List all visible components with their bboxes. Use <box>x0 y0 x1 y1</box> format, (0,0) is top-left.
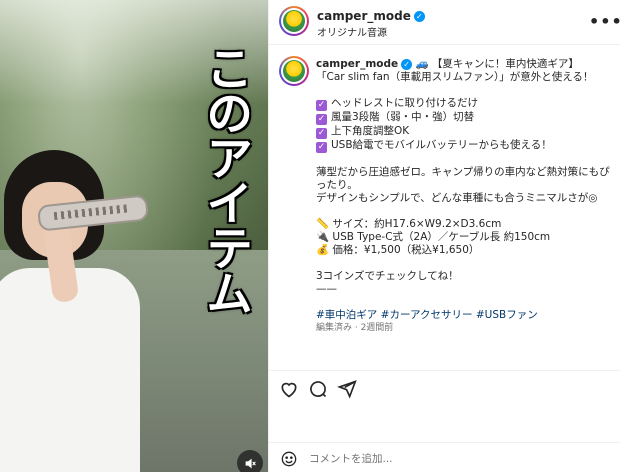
share-button[interactable] <box>337 379 359 401</box>
checkbox-icon: ✓ <box>316 114 327 125</box>
post-header: camper_mode ✓ オリジナル音源 ••• <box>269 0 620 45</box>
checkbox-icon: ✓ <box>316 128 327 139</box>
spec-size: 📏 サイズ：約H17.6×W9.2×D3.6cm <box>316 218 502 230</box>
caption-divider: —— <box>316 283 337 295</box>
hashtags: #車中泊ギア #カーアクセサリー #USBファン <box>316 309 616 322</box>
caption-line-2: 「Car slim fan（車載用スリムファン）」が意外と使える！ <box>316 71 594 83</box>
spec-price: 💰 価格：¥1,500（税込¥1,650） <box>316 244 480 256</box>
comment-input[interactable] <box>309 450 599 468</box>
more-horizontal-icon: ••• <box>589 12 620 31</box>
hashtag-link[interactable]: #カーアクセサリー <box>381 309 473 321</box>
verified-badge-icon: ✓ <box>413 11 425 22</box>
caption-title: 🚙 【夏キャンに！車内快適ギア】 <box>415 58 579 70</box>
checkbox-icon: ✓ <box>316 142 327 153</box>
share-icon <box>337 380 357 399</box>
caption-paragraph-1: 薄型だから圧迫感ゼロ。キャンプ帰りの車内など熱対策にもぴったり。 <box>316 166 610 191</box>
post-sidebar: camper_mode ✓ オリジナル音源 ••• camper_mode ✓ 🚙 … <box>268 0 620 472</box>
video-overlay-text: このアイテム <box>197 44 252 314</box>
check-item: ヘッドレストに取り付けるだけ <box>331 97 478 109</box>
more-options-button[interactable]: ••• <box>589 12 620 31</box>
caption-paragraph-2: デザインもシンプルで、どんな車種にも合うミニマルさが◎ <box>316 192 598 204</box>
hashtag-link[interactable]: #車中泊ギア <box>316 309 377 321</box>
author-avatar[interactable] <box>279 6 309 36</box>
checkbox-icon: ✓ <box>316 100 327 111</box>
post-meta: 編集済み · 2週間前 <box>316 323 394 333</box>
check-item: 上下角度調整OK <box>331 125 410 137</box>
verified-badge-icon: ✓ <box>401 58 413 70</box>
caption-avatar[interactable] <box>279 56 309 86</box>
like-button[interactable] <box>279 379 301 401</box>
audio-label[interactable]: オリジナル音源 <box>317 24 387 39</box>
caption-cta: 3コインズでチェックしてね！ <box>316 270 459 282</box>
header-username[interactable]: camper_mode ✓ <box>317 9 425 23</box>
comment-button[interactable] <box>308 379 330 401</box>
emoji-icon[interactable] <box>281 451 297 467</box>
hashtag-link[interactable]: #USBファン <box>476 309 538 321</box>
action-bar <box>269 370 620 409</box>
post-media[interactable]: このアイテム <box>0 0 268 472</box>
comment-bar <box>269 442 620 473</box>
caption-body: camper_mode ✓ 🚙 【夏キャンに！車内快適ギア】 「Car slim … <box>316 58 616 335</box>
caption-username[interactable]: camper_mode <box>316 58 398 70</box>
heart-icon <box>281 382 297 398</box>
speaker-muted-icon <box>245 458 256 468</box>
check-item: 風量3段階（弱・中・強）切替 <box>331 111 475 123</box>
comment-icon <box>310 381 327 398</box>
mute-button[interactable] <box>237 450 263 472</box>
check-item: USB給電でモバイルバッテリーからも使える！ <box>331 139 552 151</box>
spec-usb: 🔌 USB Type-C式（2A）／ケーブル長 約150cm <box>316 231 551 243</box>
